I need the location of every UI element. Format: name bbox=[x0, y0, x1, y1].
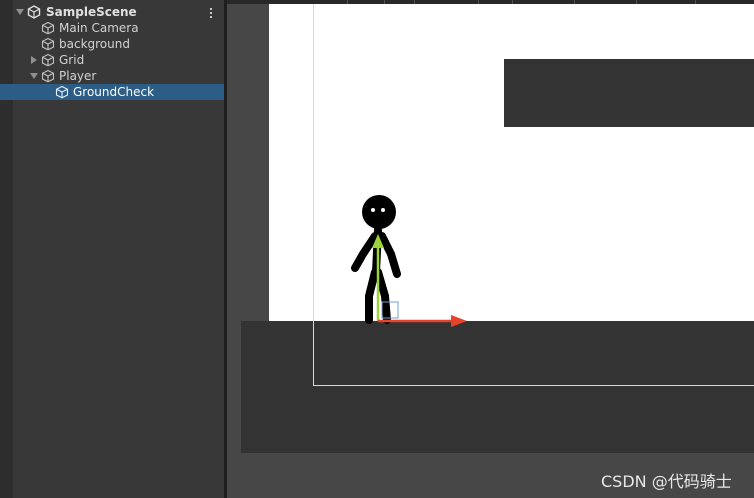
scene-name: SampleScene bbox=[46, 5, 137, 19]
unity-scene-icon bbox=[27, 5, 41, 19]
hierarchy-item-label: Main Camera bbox=[59, 21, 139, 35]
kebab-menu-icon[interactable] bbox=[209, 8, 213, 20]
hierarchy-item-grid[interactable]: Grid bbox=[0, 52, 224, 68]
hierarchy-item-label: GroundCheck bbox=[73, 85, 155, 99]
scene-view[interactable]: CSDN @代码骑士 bbox=[227, 0, 754, 498]
gameobject-cube-icon bbox=[41, 21, 55, 35]
gameobject-cube-icon bbox=[55, 85, 69, 99]
gameobject-cube-icon bbox=[41, 37, 55, 51]
hierarchy-panel: SampleScene Main Camera background Grid … bbox=[0, 0, 224, 498]
hierarchy-item-main-camera[interactable]: Main Camera bbox=[0, 20, 224, 36]
y-axis-arrow-icon bbox=[372, 234, 384, 248]
hierarchy-item-label: background bbox=[59, 37, 130, 51]
gameobject-cube-icon bbox=[41, 69, 55, 83]
collapse-arrow-icon[interactable] bbox=[31, 56, 37, 64]
watermark-text: CSDN @代码骑士 bbox=[601, 472, 732, 491]
gameobject-cube-icon bbox=[41, 53, 55, 67]
hierarchy-item-player[interactable]: Player bbox=[0, 68, 224, 84]
expand-arrow-icon[interactable] bbox=[30, 73, 38, 79]
hierarchy-item-label: Grid bbox=[59, 53, 85, 67]
expand-arrow-icon[interactable] bbox=[16, 9, 24, 15]
hierarchy-item-label: Player bbox=[59, 69, 97, 83]
hierarchy-scene-row[interactable]: SampleScene bbox=[0, 4, 224, 20]
hierarchy-item-background[interactable]: background bbox=[0, 36, 224, 52]
x-axis-arrow-icon bbox=[451, 315, 467, 327]
xy-plane-handle bbox=[381, 301, 399, 319]
move-tool-gizmo[interactable] bbox=[367, 226, 477, 331]
hierarchy-item-groundcheck[interactable]: GroundCheck bbox=[0, 84, 224, 100]
